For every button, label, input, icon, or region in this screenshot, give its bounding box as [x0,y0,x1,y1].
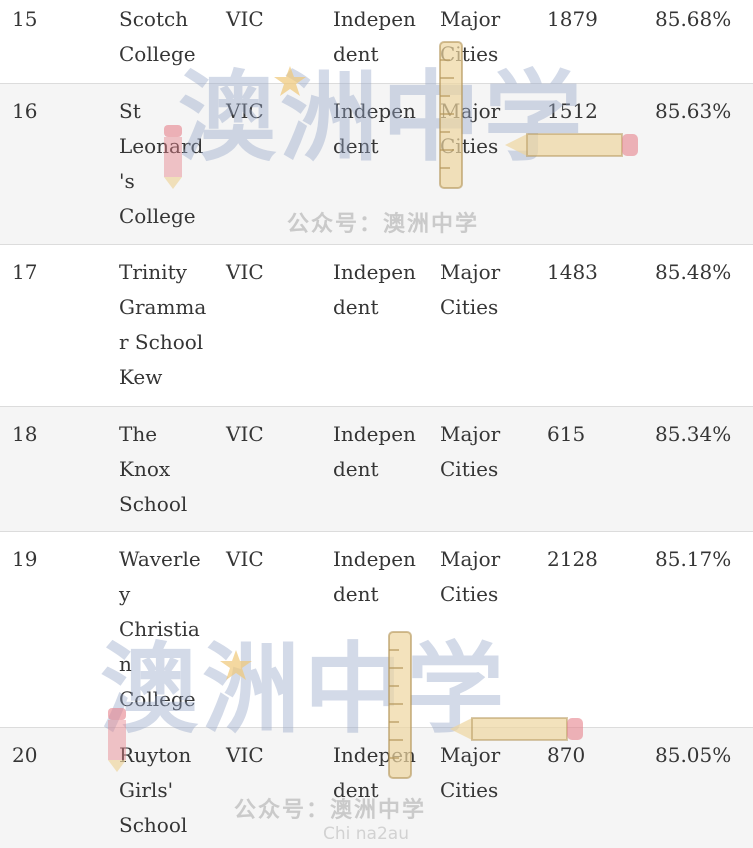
school-name-cell: Scotch College [119,7,196,66]
sector-cell: Indepen dent [333,7,416,66]
score-cell: 85.17% [655,547,732,571]
score-cell: 85.05% [655,743,732,767]
table-row: 18 The Knox School VIC Indepen dent Majo… [0,407,753,532]
state-cell: VIC [226,547,264,571]
sector-cell: Indepen dent [333,422,416,481]
area-cell: Major Cities [440,422,501,481]
sector-cell: Indepen dent [333,743,416,802]
table-row: 20 Ruyton Girls' School VIC Indepen dent… [0,728,753,848]
enrolment-cell: 1512 [547,99,598,123]
table-row: 15 Scotch College VIC Indepen dent Major… [0,0,753,84]
area-cell: Major Cities [440,547,501,606]
area-cell: Major Cities [440,7,501,66]
enrolment-cell: 2128 [547,547,598,571]
state-cell: VIC [226,743,264,767]
school-name-cell: Trinity Gramma r School Kew [119,260,207,389]
score-cell: 85.48% [655,260,732,284]
sector-cell: Indepen dent [333,547,416,606]
rank-cell: 20 [12,743,38,767]
enrolment-cell: 615 [547,422,586,446]
enrolment-cell: 870 [547,743,586,767]
rank-cell: 17 [12,260,38,284]
rank-cell: 15 [12,7,38,31]
enrolment-cell: 1879 [547,7,598,31]
table-row: 17 Trinity Gramma r School Kew VIC Indep… [0,245,753,407]
rank-cell: 16 [12,99,38,123]
sector-cell: Indepen dent [333,260,416,319]
rank-cell: 19 [12,547,38,571]
school-name-cell: St Leonard 's College [119,99,204,228]
state-cell: VIC [226,260,264,284]
table-row: 16 St Leonard 's College VIC Indepen den… [0,84,753,245]
area-cell: Major Cities [440,260,501,319]
state-cell: VIC [226,99,264,123]
school-name-cell: Ruyton Girls' School [119,743,192,837]
school-name-cell: Waverle y Christia n College [119,547,201,711]
table-row: 19 Waverle y Christia n College VIC Inde… [0,532,753,728]
enrolment-cell: 1483 [547,260,598,284]
state-cell: VIC [226,422,264,446]
area-cell: Major Cities [440,743,501,802]
score-cell: 85.68% [655,7,732,31]
rank-cell: 18 [12,422,38,446]
score-cell: 85.63% [655,99,732,123]
state-cell: VIC [226,7,264,31]
sector-cell: Indepen dent [333,99,416,158]
school-ranking-table: 15 Scotch College VIC Indepen dent Major… [0,0,753,848]
score-cell: 85.34% [655,422,732,446]
school-name-cell: The Knox School [119,422,188,516]
area-cell: Major Cities [440,99,501,158]
